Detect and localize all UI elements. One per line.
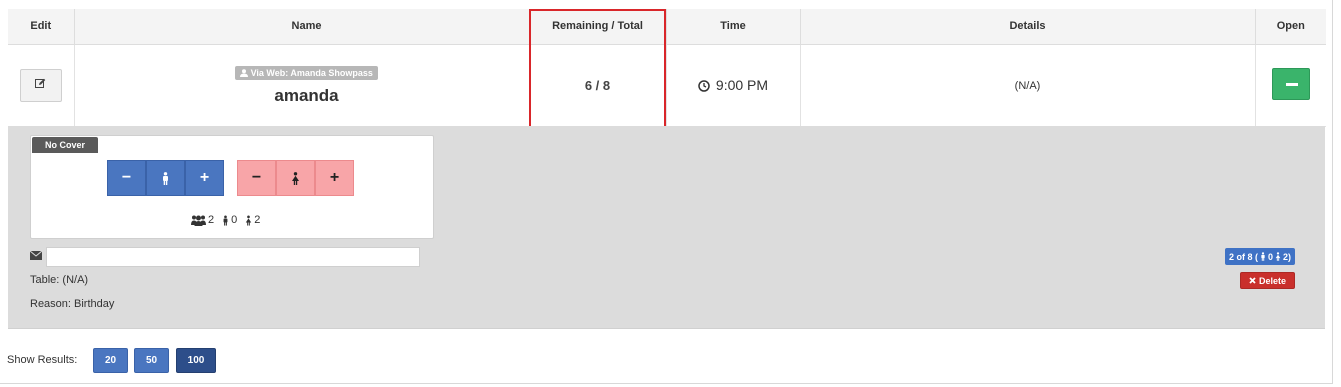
expanded-details-panel: No Cover − + − + 2 0 2 Table: (N/A) Reas… xyxy=(8,126,1325,329)
badge-female: 2) xyxy=(1282,251,1291,262)
group-count: 2 xyxy=(191,214,214,226)
header-name: Name xyxy=(74,9,530,45)
show-results-label: Show Results: xyxy=(7,354,78,366)
page-size-100-button[interactable]: 100 xyxy=(176,348,216,373)
time-value: 9:00 PM xyxy=(715,77,769,93)
name-cell: Via Web: Amanda Showpass amanda xyxy=(74,44,530,127)
delete-label: Delete xyxy=(1258,275,1286,286)
male-icon xyxy=(146,160,185,196)
via-web-text: Via Web: Amanda Showpass xyxy=(250,67,373,78)
reservation-reason: Reason: Birthday xyxy=(30,298,115,310)
details-cell: (N/A) xyxy=(800,44,1256,127)
table-header-row: Edit Name Remaining / Total Time Details… xyxy=(8,9,1326,45)
time-display: 9:00 PM xyxy=(698,77,768,93)
cover-box: No Cover − + − + 2 0 2 xyxy=(30,135,434,239)
open-toggle-button[interactable] xyxy=(1271,67,1310,100)
group-icon xyxy=(191,215,206,226)
edit-cell xyxy=(8,44,75,127)
highlight-box xyxy=(529,9,666,128)
guest-count-badge: 2 of 8 ( 0 2) xyxy=(1224,248,1295,265)
male-count-value: 0 xyxy=(231,214,238,226)
details-value: (N/A) xyxy=(1014,80,1041,92)
female-count: 2 xyxy=(245,214,260,226)
table-row: Via Web: Amanda Showpass amanda 6 / 8 9:… xyxy=(8,44,1326,127)
page-size-50-button[interactable]: 50 xyxy=(134,348,169,373)
female-count-controls: − + xyxy=(237,160,354,196)
via-web-badge: Via Web: Amanda Showpass xyxy=(235,65,378,80)
header-details: Details xyxy=(800,9,1256,45)
group-count-value: 2 xyxy=(208,214,215,226)
badge-male: 0 xyxy=(1267,251,1273,262)
badge-prefix: 2 of 8 ( xyxy=(1228,251,1258,262)
guest-table: Edit Name Remaining / Total Time Details… xyxy=(8,9,1326,127)
table-assignment: Table: (N/A) xyxy=(30,274,89,286)
open-cell xyxy=(1255,44,1326,127)
female-increment-button[interactable]: + xyxy=(315,160,354,196)
female-icon xyxy=(276,160,315,196)
note-input[interactable] xyxy=(46,247,420,267)
female-badge-icon xyxy=(1275,252,1281,261)
guest-name: amanda xyxy=(274,85,339,105)
male-count-controls: − + xyxy=(107,160,224,196)
header-time: Time xyxy=(666,9,801,45)
envelope-icon xyxy=(30,251,42,260)
clock-icon xyxy=(698,80,710,92)
page-size-20-button[interactable]: 20 xyxy=(93,348,128,373)
male-decrement-button[interactable]: − xyxy=(107,160,146,196)
female-count-value: 2 xyxy=(254,214,261,226)
female-small-icon xyxy=(246,215,252,226)
female-decrement-button[interactable]: − xyxy=(237,160,276,196)
header-edit: Edit xyxy=(8,9,75,45)
header-open: Open xyxy=(1255,9,1326,45)
user-icon xyxy=(240,68,249,77)
male-badge-icon xyxy=(1261,252,1265,261)
time-cell: 9:00 PM xyxy=(666,44,801,127)
male-small-icon xyxy=(223,215,228,226)
minus-icon xyxy=(1285,82,1298,86)
no-cover-label: No Cover xyxy=(32,137,98,153)
male-increment-button[interactable]: + xyxy=(185,160,224,196)
male-count: 0 xyxy=(222,214,237,226)
edit-button[interactable] xyxy=(19,68,62,102)
edit-icon xyxy=(35,78,46,88)
guest-counts: 2 0 2 xyxy=(191,214,260,226)
close-icon xyxy=(1249,277,1256,284)
delete-button[interactable]: Delete xyxy=(1240,272,1295,289)
